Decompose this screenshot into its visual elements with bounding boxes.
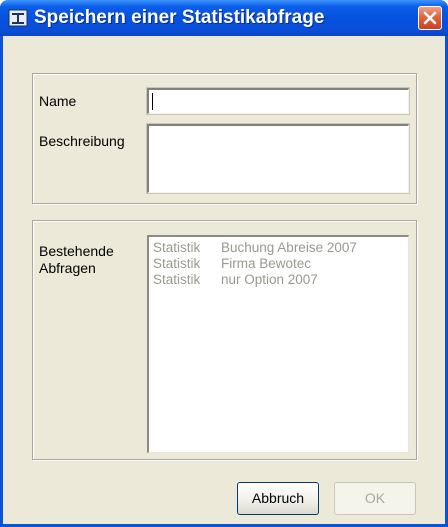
- list-item-type: Statistik: [153, 272, 201, 287]
- close-icon: [423, 11, 437, 25]
- name-input[interactable]: [146, 87, 410, 115]
- window-title: Speichern einer Statistikabfrage: [34, 7, 325, 28]
- list-item-type: Statistik: [153, 240, 201, 255]
- title-bar[interactable]: Speichern einer Statistikabfrage: [0, 0, 448, 36]
- list-item[interactable]: Statistik Firma Bewotec: [151, 256, 406, 272]
- list-item[interactable]: Statistik Buchung Abreise 2007: [151, 240, 406, 256]
- dialog-window: Speichern einer Statistikabfrage Name Be…: [0, 0, 448, 527]
- ok-button[interactable]: OK: [334, 482, 416, 515]
- list-item-type: Statistik: [153, 256, 201, 271]
- list-item-name: nur Option 2007: [221, 272, 318, 287]
- dialog-app-icon: [8, 9, 28, 27]
- existing-queries-list[interactable]: Statistik Buchung Abreise 2007 Statistik…: [147, 235, 409, 453]
- text-caret: [152, 93, 153, 110]
- close-button[interactable]: [418, 6, 442, 30]
- description-textarea[interactable]: [146, 123, 410, 194]
- list-item-name: Buchung Abreise 2007: [221, 240, 357, 255]
- existing-queries-label: Bestehende Abfragen: [39, 243, 114, 276]
- name-label: Name: [39, 93, 77, 109]
- list-item[interactable]: Statistik nur Option 2007: [151, 272, 406, 288]
- cancel-button[interactable]: Abbruch: [237, 482, 319, 515]
- description-label: Beschreibung: [39, 133, 125, 149]
- list-item-name: Firma Bewotec: [221, 256, 312, 271]
